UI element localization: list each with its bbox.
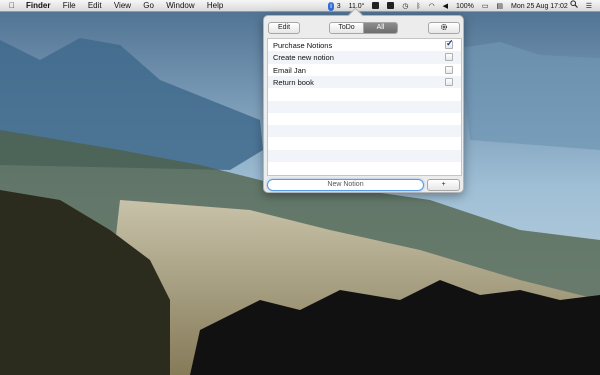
- spotlight-icon[interactable]: [570, 0, 578, 8]
- menu-bar:  Finder File Edit View Go Window Help i…: [0, 0, 600, 12]
- list-item-label: Purchase Notions: [273, 41, 333, 50]
- add-notion-button[interactable]: +: [427, 179, 460, 191]
- list-item-checkbox[interactable]: [445, 65, 453, 74]
- battery-icon[interactable]: ▭: [482, 3, 489, 10]
- time-machine-icon[interactable]: ◷: [402, 3, 408, 10]
- menu-app-name[interactable]: Finder: [26, 1, 50, 10]
- list-item[interactable]: Email Jan: [268, 64, 461, 76]
- menu-view[interactable]: View: [114, 1, 131, 10]
- filter-segmented-control: ToDo All: [329, 22, 398, 34]
- gear-icon: [440, 23, 448, 31]
- battery-status[interactable]: 100%: [456, 3, 474, 10]
- tab-todo[interactable]: ToDo: [330, 23, 364, 33]
- list-icon[interactable]: ☰: [586, 3, 592, 10]
- volume-icon[interactable]: ◀: [443, 3, 448, 10]
- list-item-checkbox[interactable]: [445, 53, 453, 62]
- notions-popover: Edit ToDo All Purchase Notions Create ne…: [263, 7, 464, 193]
- menu-window[interactable]: Window: [166, 1, 194, 10]
- list-item-label: Create new notion: [273, 53, 334, 63]
- menu-list: Finder File Edit View Go Window Help: [26, 0, 233, 11]
- menu-go[interactable]: Go: [143, 1, 154, 10]
- empty-row: [268, 149, 461, 162]
- dropbox-icon[interactable]: [387, 2, 395, 9]
- app-status-icon[interactable]: [372, 2, 380, 9]
- empty-row: [268, 113, 461, 125]
- empty-row: [268, 125, 461, 138]
- keyboard-icon[interactable]: ▤: [496, 3, 503, 10]
- empty-row: [268, 100, 461, 113]
- list-item[interactable]: Return book: [268, 75, 461, 89]
- tab-all[interactable]: All: [364, 23, 397, 33]
- wifi-icon[interactable]: ◠: [429, 3, 435, 10]
- menu-edit[interactable]: Edit: [88, 1, 102, 10]
- empty-row: [268, 162, 461, 174]
- edit-button[interactable]: Edit: [268, 22, 300, 34]
- list-item-label: Return book: [273, 77, 314, 87]
- apple-icon[interactable]: : [9, 0, 15, 11]
- notions-status-item[interactable]: i 3: [322, 2, 342, 11]
- list-item[interactable]: Purchase Notions: [268, 39, 461, 51]
- menu-help[interactable]: Help: [207, 1, 223, 10]
- bluetooth-icon[interactable]: ᛒ: [416, 3, 420, 10]
- clock-status[interactable]: Mon 25 Aug 17:02: [511, 3, 568, 10]
- list-item-label: Email Jan: [273, 65, 306, 75]
- settings-button[interactable]: [428, 22, 460, 34]
- empty-row: [268, 137, 461, 149]
- notions-count: 3: [336, 3, 341, 10]
- menu-file[interactable]: File: [63, 1, 76, 10]
- list-item-checkbox[interactable]: [445, 77, 453, 86]
- empty-row: [268, 88, 461, 100]
- list-item[interactable]: Create new notion: [268, 51, 461, 64]
- new-notion-input[interactable]: New Notion: [267, 179, 424, 191]
- list-item-checkbox[interactable]: [445, 39, 454, 49]
- notions-app-icon: i: [328, 2, 334, 11]
- notions-list: Purchase Notions Create new notion Email…: [267, 38, 462, 176]
